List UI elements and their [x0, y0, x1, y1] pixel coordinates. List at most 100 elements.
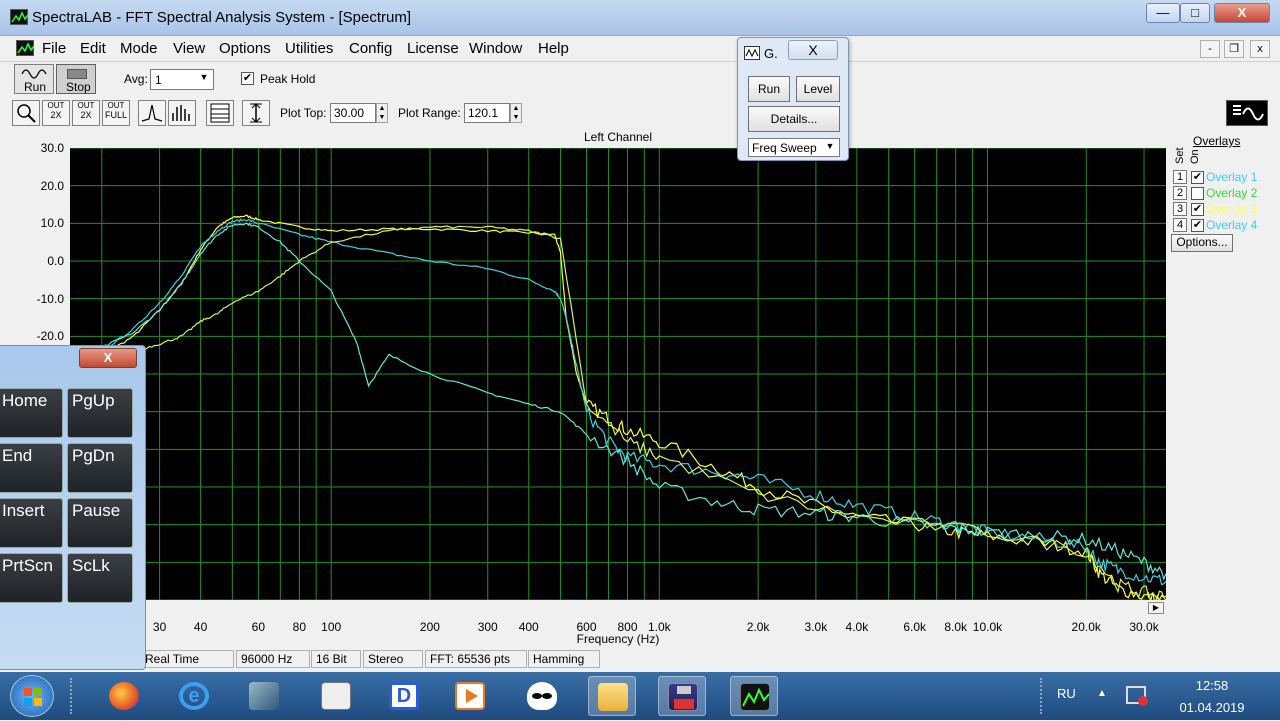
spectrum-plot[interactable]	[69, 147, 1167, 605]
maximize-button[interactable]: □	[1180, 3, 1210, 23]
table-view-button[interactable]	[206, 100, 234, 126]
key-end[interactable]: End	[0, 443, 63, 493]
generator-title: G.	[764, 46, 778, 61]
overlay-set-1[interactable]: 1	[1173, 170, 1187, 184]
key-sclk[interactable]: ScLk	[67, 553, 133, 603]
chart-title: Left Channel	[583, 130, 653, 144]
taskbar-internet-explorer[interactable]: e	[170, 676, 218, 716]
generator-details-button[interactable]: Details...	[748, 106, 840, 132]
key-pause[interactable]: Pause	[67, 498, 133, 548]
overlay-set-3[interactable]: 3	[1173, 202, 1187, 216]
menu-view[interactable]: View	[173, 40, 205, 57]
series-line-1	[69, 214, 1167, 605]
peak-hold-label: Peak Hold	[260, 72, 316, 86]
menu-file[interactable]: File	[42, 40, 66, 57]
overlay-on-checkbox-4[interactable]: ✔	[1191, 219, 1204, 232]
taskbar-firefox[interactable]	[100, 676, 148, 716]
taskbar-explorer[interactable]	[588, 676, 636, 716]
menu-utilities[interactable]: Utilities	[285, 40, 333, 57]
peak-icon	[141, 104, 163, 122]
taskbar-app-disk[interactable]	[658, 676, 706, 716]
overlays-title[interactable]: Overlays	[1193, 134, 1240, 148]
network-user-icon	[249, 682, 279, 710]
clock-date[interactable]: 01.04.2019	[1160, 700, 1264, 715]
overlay-on-checkbox-1[interactable]: ✔	[1191, 171, 1204, 184]
minimize-button[interactable]: —	[1146, 3, 1180, 23]
taskbar-spectralab[interactable]	[730, 676, 778, 716]
language-indicator[interactable]: RU	[1057, 686, 1076, 701]
bar-view-button[interactable]	[168, 100, 196, 126]
run-button-label: Run	[24, 80, 47, 94]
peak-hold-checkbox[interactable]: ✔	[241, 72, 254, 85]
menu-mode[interactable]: Mode	[120, 40, 158, 57]
plot-range-label: Plot Range:	[398, 106, 461, 120]
stop-button[interactable]: Stop	[56, 64, 96, 94]
network-tray-icon[interactable]	[1126, 686, 1148, 706]
generator-level-button[interactable]: Level	[796, 76, 840, 102]
bars-icon	[172, 105, 190, 121]
generator-mode-select[interactable]: Freq Sweep ▼	[748, 138, 840, 157]
keyboard-close-button[interactable]: X	[79, 348, 137, 368]
key-prtscn[interactable]: PrtScn	[0, 553, 63, 603]
grid-lines	[70, 147, 1166, 601]
zoom-out-2x-button-1[interactable]: OUT 2X	[42, 100, 70, 126]
taskbar-app-network[interactable]	[240, 676, 288, 716]
generator-run-button[interactable]: Run	[748, 76, 790, 102]
tray-expand-icon[interactable]: ▲	[1097, 688, 1107, 699]
clock-time[interactable]: 12:58	[1160, 678, 1264, 693]
overlay-set-4[interactable]: 4	[1173, 218, 1187, 232]
overlay-options-button[interactable]: Options...	[1171, 234, 1233, 252]
close-button[interactable]: X	[1214, 3, 1270, 23]
peak-view-button[interactable]	[138, 100, 166, 126]
plot-top-input[interactable]: 30.00	[330, 103, 376, 123]
play-icon	[455, 682, 485, 710]
mdi-close-button[interactable]: x	[1250, 40, 1270, 58]
status-channels: Stereo	[363, 650, 423, 668]
overlay-set-2[interactable]: 2	[1173, 186, 1187, 200]
generator-close-button[interactable]: X	[788, 40, 838, 60]
menu-options[interactable]: Options	[219, 40, 271, 57]
menu-window[interactable]: Window	[469, 40, 522, 57]
overlay-label-4: Overlay 4	[1206, 218, 1258, 232]
zoom-button[interactable]	[12, 100, 40, 126]
plot-top-spinner[interactable]: ▲ ▼	[376, 103, 388, 123]
taskbar-app-video[interactable]	[446, 676, 494, 716]
overlays-set-header: Set	[1174, 147, 1186, 164]
start-button[interactable]	[10, 675, 54, 717]
key-insert[interactable]: Insert	[0, 498, 63, 548]
avg-select[interactable]: 1 ▼	[150, 69, 214, 90]
scroll-right-arrow[interactable]: ▶	[1148, 602, 1164, 614]
zoom-out-full-button[interactable]: OUT FULL	[102, 100, 130, 126]
key-pgup[interactable]: PgUp	[67, 388, 133, 438]
taskbar-app-d[interactable]: D	[380, 676, 428, 716]
menu-edit[interactable]: Edit	[80, 40, 106, 57]
scale-button[interactable]	[242, 100, 270, 126]
zoom-out-full-bottom: FULL	[104, 110, 127, 120]
plot-range-input[interactable]: 120.1	[464, 103, 510, 123]
menu-config[interactable]: Config	[349, 40, 392, 57]
taskbar-app-mask[interactable]	[518, 676, 566, 716]
overlay-label-1: Overlay 1	[1206, 170, 1258, 184]
sine-generator-icon	[1233, 105, 1264, 121]
document-icon[interactable]	[16, 40, 35, 56]
taskbar-app-editor[interactable]	[312, 676, 360, 716]
key-home[interactable]: Home	[0, 388, 63, 438]
menu-help[interactable]: Help	[538, 40, 569, 57]
generator-mode-value: Freq Sweep	[752, 141, 817, 155]
stop-icon	[67, 69, 87, 79]
internet-explorer-icon: e	[179, 682, 209, 710]
overlay-on-checkbox-2[interactable]	[1191, 187, 1204, 200]
overlay-on-checkbox-3[interactable]: ✔	[1191, 203, 1204, 216]
mdi-restore-button[interactable]: ❐	[1224, 40, 1244, 58]
overlay-label-3: Overlay 3	[1206, 202, 1258, 216]
avg-value: 1	[155, 73, 162, 87]
generator-toggle-button[interactable]	[1226, 100, 1268, 126]
run-button[interactable]: Run	[14, 64, 54, 94]
mdi-minimize-button[interactable]: -	[1200, 40, 1220, 58]
spectrum-svg	[69, 147, 1167, 605]
zoom-out-2x-button-2[interactable]: OUT 2X	[72, 100, 100, 126]
key-pgdn[interactable]: PgDn	[67, 443, 133, 493]
plot-range-spinner[interactable]: ▲ ▼	[510, 103, 522, 123]
spectralab-icon	[740, 683, 770, 711]
menu-license[interactable]: License	[407, 40, 459, 57]
